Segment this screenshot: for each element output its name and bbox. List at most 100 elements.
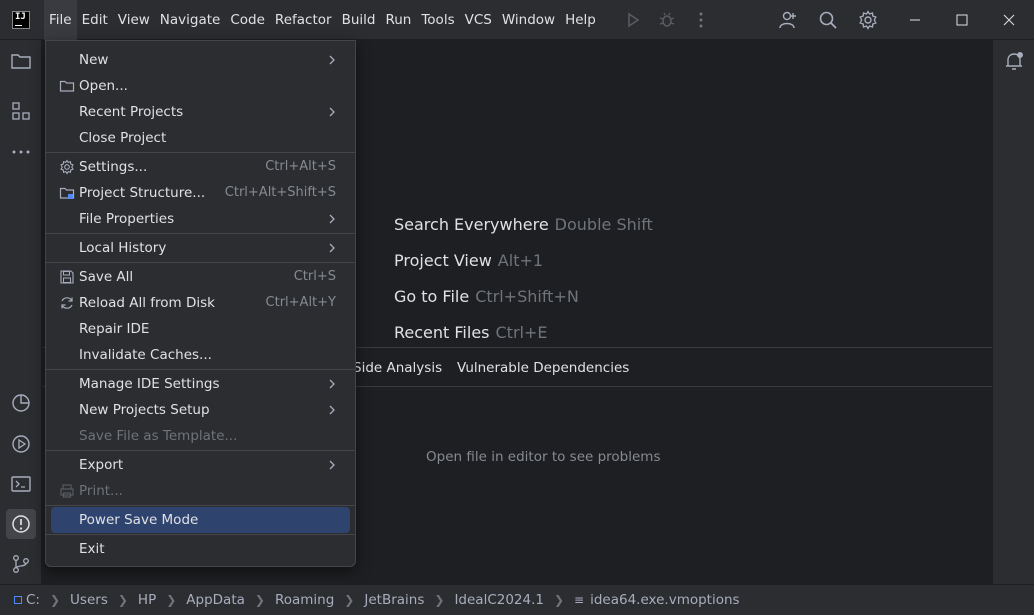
menu-view[interactable]: View [113,0,155,40]
profiler-icon[interactable] [10,392,32,414]
status-bar-breadcrumb: C: ❯ Users ❯ HP ❯ AppData ❯ Roaming ❯ Je… [0,584,1034,615]
tab-vulnerable-dependencies[interactable]: Vulnerable Dependencies [457,360,629,376]
menu-file[interactable]: File [44,0,77,40]
menu-item-manage-ide-settings[interactable]: Manage IDE Settings [51,371,350,397]
notifications-icon[interactable] [1003,50,1025,72]
menu-build[interactable]: Build [337,0,381,40]
settings-icon[interactable] [858,10,878,30]
menu-separator [46,152,355,153]
menu-item-label: New [79,52,109,68]
minimize-button[interactable] [892,0,938,40]
menu-item-label: Close Project [79,130,167,146]
breadcrumb-item[interactable]: AppData [186,592,245,608]
hint-project-view[interactable]: Project View Alt+1 [394,251,543,270]
hint-go-to-file[interactable]: Go to File Ctrl+Shift+N [394,287,579,306]
menu-item-repair-ide[interactable]: Repair IDE [51,316,350,342]
problems-empty-message: Open file in editor to see problems [426,449,661,465]
search-icon[interactable] [818,10,838,30]
menu-item-shortcut: Ctrl+Alt+S [265,159,336,174]
problems-icon[interactable] [6,509,36,539]
menu-item-label: Recent Projects [79,104,184,120]
menu-navigate[interactable]: Navigate [155,0,226,40]
hint-shortcut: Double Shift [554,215,653,234]
folder-icon [59,80,75,92]
menu-code[interactable]: Code [225,0,270,40]
menu-item-reload-all[interactable]: Reload All from Disk Ctrl+Alt+Y [51,290,350,316]
menu-item-new[interactable]: New [51,47,350,73]
menu-help[interactable]: Help [560,0,601,40]
breadcrumb-file[interactable]: idea64.exe.vmoptions [590,592,739,608]
menu-run[interactable]: Run [380,0,416,40]
git-icon[interactable] [10,553,32,575]
menu-item-close-project[interactable]: Close Project [51,125,350,151]
chevron-right-icon [329,214,335,224]
breadcrumb-item[interactable]: IdealC2024.1 [454,592,544,608]
project-folder-icon[interactable] [10,50,32,72]
menu-item-settings[interactable]: Settings... Ctrl+Alt+S [51,154,350,180]
left-tool-strip [0,40,42,584]
menu-window[interactable]: Window [497,0,560,40]
menu-item-export[interactable]: Export [51,452,350,478]
menu-item-local-history[interactable]: Local History [51,235,350,261]
chevron-right-icon: ❯ [49,593,61,607]
close-icon [1003,14,1015,26]
menu-item-label: Print... [79,483,123,499]
services-icon[interactable] [10,433,32,455]
app-logo[interactable]: IJ [12,11,30,29]
menu-item-file-properties[interactable]: File Properties [51,206,350,232]
menu-separator [46,262,355,263]
breadcrumb-item[interactable]: JetBrains [364,592,424,608]
hint-recent-files[interactable]: Recent Files Ctrl+E [394,323,547,342]
hint-label: Search Everywhere [394,215,549,234]
more-horiz-icon[interactable] [10,141,32,163]
menu-separator [46,450,355,451]
hint-shortcut: Ctrl+E [495,323,548,342]
breadcrumb-drive[interactable]: C: [26,592,40,608]
add-user-icon[interactable] [778,10,798,30]
structure-icon[interactable] [10,100,32,122]
menu-item-print: Print... [51,478,350,504]
menu-item-new-projects-setup[interactable]: New Projects Setup [51,397,350,423]
minimize-icon [910,19,920,21]
menu-item-shortcut: Ctrl+S [293,269,336,284]
title-bar: IJ File Edit View Navigate Code Refactor… [0,0,1034,40]
breadcrumb-item[interactable]: Roaming [275,592,334,608]
menu-item-label: Invalidate Caches... [79,347,212,363]
menu-item-project-structure[interactable]: Project Structure... Ctrl+Alt+Shift+S [51,180,350,206]
breadcrumb-item[interactable]: Users [70,592,108,608]
menu-item-label: Manage IDE Settings [79,376,220,392]
menu-vcs[interactable]: VCS [460,0,497,40]
tab-server-side-analysis[interactable]: Side Analysis [353,360,442,376]
menu-edit[interactable]: Edit [77,0,113,40]
main-menu-bar: File Edit View Navigate Code Refactor Bu… [44,0,601,40]
menu-item-save-all[interactable]: Save All Ctrl+S [51,264,350,290]
run-icon[interactable] [623,10,643,30]
chevron-right-icon: ❯ [166,593,177,607]
hint-label: Project View [394,251,492,270]
menu-item-recent-projects[interactable]: Recent Projects [51,99,350,125]
close-button[interactable] [986,0,1032,40]
menu-item-label: Reload All from Disk [79,295,215,311]
debug-icon[interactable] [657,10,677,30]
menu-item-exit[interactable]: Exit [51,536,350,562]
hint-search-everywhere[interactable]: Search Everywhere Double Shift [394,215,653,234]
maximize-button[interactable] [939,0,985,40]
chevron-right-icon: ❯ [254,593,265,607]
maximize-icon [956,14,968,26]
menu-separator [46,233,355,234]
right-tool-strip [992,40,1034,584]
menu-separator [46,505,355,506]
menu-item-label: New Projects Setup [79,402,210,418]
menu-item-invalidate-caches[interactable]: Invalidate Caches... [51,342,350,368]
menu-item-power-save-mode[interactable]: Power Save Mode [51,507,350,533]
menu-tools[interactable]: Tools [416,0,459,40]
chevron-right-icon: ❯ [344,593,355,607]
reload-icon [61,297,73,309]
more-vert-icon[interactable] [691,10,711,30]
menu-item-open[interactable]: Open... [51,73,350,99]
print-icon [60,484,74,498]
hint-shortcut: Ctrl+Shift+N [475,287,579,306]
menu-refactor[interactable]: Refactor [270,0,337,40]
breadcrumb-item[interactable]: HP [138,592,156,608]
terminal-icon[interactable] [10,473,32,495]
